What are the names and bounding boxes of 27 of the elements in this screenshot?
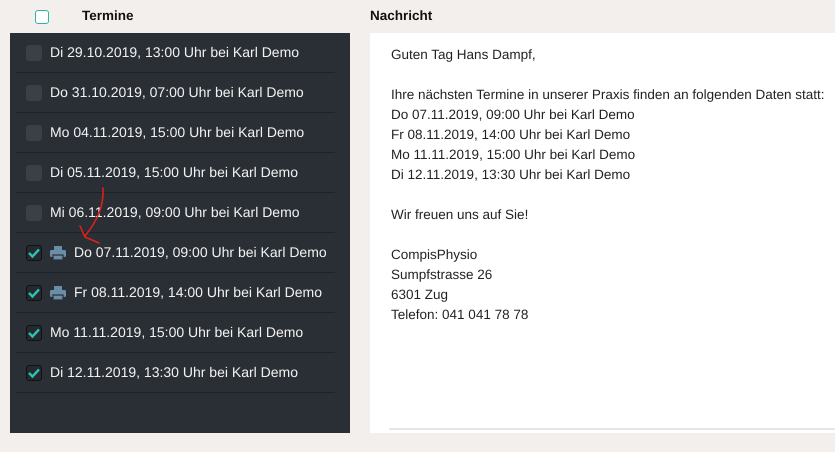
appointment-text[interactable]: Do 07.11.2019, 09:00 Uhr bei Karl Demo bbox=[74, 242, 327, 263]
message-text: 6301 Zug bbox=[391, 286, 448, 304]
column-header: Termine bbox=[82, 7, 134, 26]
appointment-text[interactable]: Mo 11.11.2019, 15:00 Uhr bei Karl Demo bbox=[50, 322, 304, 343]
checkbox[interactable] bbox=[26, 284, 42, 300]
appointment-text[interactable]: Fr 08.11.2019, 14:00 Uhr bei Karl Demo bbox=[74, 282, 322, 303]
message-text: Sumpfstrasse 26 bbox=[391, 266, 492, 284]
message-text: Ihre nächsten Termine in unserer Praxis finden an folgenden Daten statt: bbox=[391, 86, 825, 104]
select-all-checkbox[interactable] bbox=[35, 10, 49, 24]
checkbox[interactable] bbox=[26, 364, 42, 380]
message-text: Guten Tag Hans Dampf, bbox=[391, 46, 536, 64]
message-text: Di 12.11.2019, 13:30 Uhr bei Karl Demo bbox=[391, 166, 630, 184]
message-text: Telefon: 041 041 78 78 bbox=[391, 306, 528, 324]
appointment-text[interactable]: Di 05.11.2019, 15:00 Uhr bei Karl Demo bbox=[50, 162, 298, 183]
appointment-text[interactable]: Di 12.11.2019, 13:30 Uhr bei Karl Demo bbox=[50, 362, 298, 383]
appointment-text[interactable]: Do 31.10.2019, 07:00 Uhr bei Karl Demo bbox=[50, 82, 304, 103]
checkbox[interactable] bbox=[26, 324, 42, 340]
appointment-text[interactable]: Di 29.10.2019, 13:00 Uhr bei Karl Demo bbox=[50, 42, 300, 63]
checkbox[interactable] bbox=[26, 244, 42, 260]
message-text: Mo 11.11.2019, 15:00 Uhr bei Karl Demo bbox=[391, 146, 636, 164]
message-text: CompisPhysio bbox=[391, 246, 478, 264]
column-header: Nachricht bbox=[370, 7, 432, 26]
message-panel[interactable] bbox=[370, 33, 835, 433]
message-text: Do 07.11.2019, 09:00 Uhr bei Karl Demo bbox=[391, 106, 635, 124]
message-text: Fr 08.11.2019, 14:00 Uhr bei Karl Demo bbox=[391, 126, 630, 144]
message-text: Wir freuen uns auf Sie! bbox=[391, 206, 528, 224]
appointment-text[interactable]: Mo 04.11.2019, 15:00 Uhr bei Karl Demo bbox=[50, 122, 304, 143]
